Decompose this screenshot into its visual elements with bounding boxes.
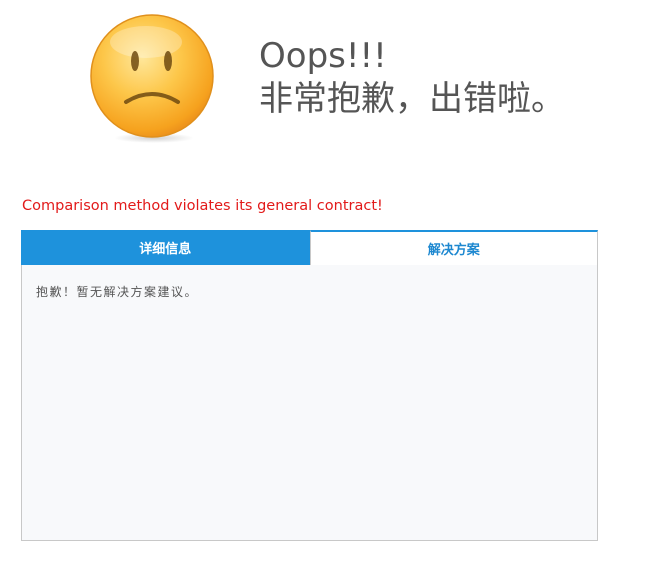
tab-bar: 详细信息 解决方案 [21, 230, 598, 265]
headline-subtitle: 非常抱歉，出错啦。 [259, 79, 565, 119]
tab-solutions[interactable]: 解决方案 [309, 230, 598, 265]
error-page: Oops!!! 非常抱歉，出错啦。 Comparison method viol… [0, 0, 646, 568]
sad-face-icon [90, 14, 214, 143]
tab-details[interactable]: 详细信息 [21, 230, 310, 265]
error-message: Comparison method violates its general c… [22, 198, 383, 214]
headline: Oops!!! 非常抱歉，出错啦。 [259, 36, 565, 122]
tab-panel: 抱歉！暂无解决方案建议。 [21, 265, 598, 541]
headline-title: Oops!!! [259, 36, 387, 76]
panel-text: 抱歉！暂无解决方案建议。 [36, 285, 199, 299]
